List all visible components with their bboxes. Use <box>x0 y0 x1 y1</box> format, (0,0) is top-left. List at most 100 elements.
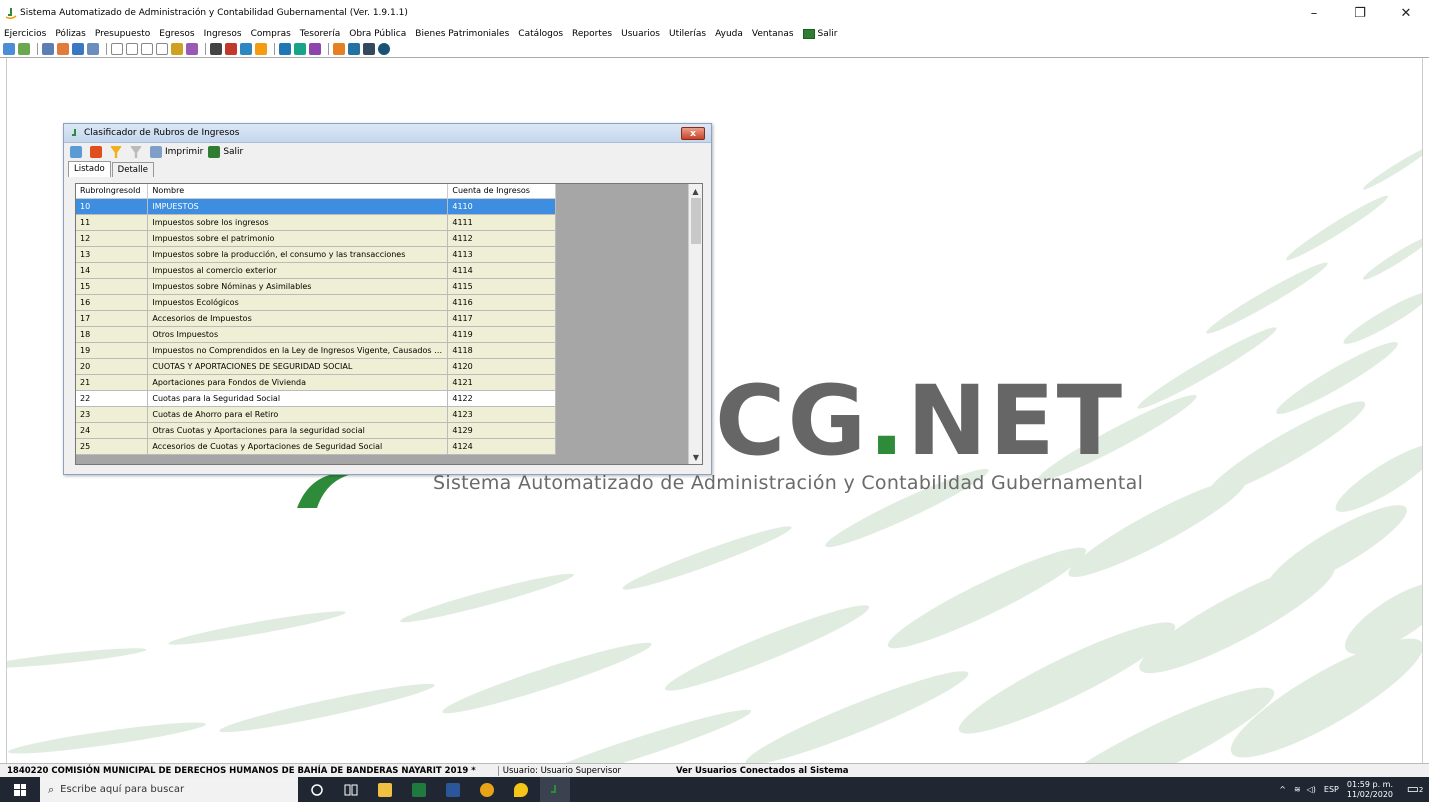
refresh-icon[interactable] <box>3 43 15 55</box>
table-row[interactable]: 12 Impuestos sobre el patrimonio 4112 <box>76 230 556 247</box>
table-row[interactable]: 21 Aportaciones para Fondos de Vivienda 41… <box>76 374 556 391</box>
bulb-icon[interactable] <box>186 43 198 55</box>
printer-icon[interactable] <box>42 43 54 55</box>
table-row[interactable]: 23 Cuotas de Ahorro para el Retiro 4123 <box>76 406 556 423</box>
menu-salir[interactable]: Salir <box>802 28 837 39</box>
users-icon[interactable] <box>240 43 252 55</box>
tab-detalle[interactable]: Detalle <box>111 162 154 177</box>
table-row[interactable]: 20 CUOTAS Y APORTACIONES DE SEGURIDAD SOC… <box>76 358 556 375</box>
menu-utilerias[interactable]: Utilerías <box>669 29 706 39</box>
edit-icon[interactable] <box>225 43 237 55</box>
column-header-id[interactable]: RubroIngresoId <box>76 184 149 199</box>
rubros-grid[interactable]: RubroIngresoId Nombre Cuenta de Ingresos… <box>75 183 703 465</box>
menu-ejercicios[interactable]: Ejercicios <box>4 29 46 39</box>
chart-icon[interactable] <box>18 43 30 55</box>
document-icon[interactable] <box>156 43 168 55</box>
scroll-up-icon[interactable]: ▲ <box>689 184 702 198</box>
menu-catalogos[interactable]: Catálogos <box>518 29 563 39</box>
sacg-app-button[interactable] <box>540 777 570 802</box>
menu-egresos[interactable]: Egresos <box>159 29 194 39</box>
user-icon[interactable] <box>348 43 360 55</box>
table-row[interactable]: 16 Impuestos Ecológicos 4116 <box>76 294 556 311</box>
grid-vertical-scrollbar[interactable]: ▲ ▼ <box>688 184 702 464</box>
report-icon[interactable] <box>279 43 291 55</box>
task-view-button[interactable] <box>336 777 366 802</box>
table-row[interactable]: 18 Otros Impuestos 4119 <box>76 326 556 343</box>
print-label: Imprimir <box>165 147 204 157</box>
filter-button[interactable] <box>110 146 125 158</box>
menu-polizas[interactable]: Pólizas <box>55 29 86 39</box>
taskbar-search[interactable]: ⌕ Escribe aquí para buscar <box>40 777 298 802</box>
transfer-icon[interactable] <box>57 43 69 55</box>
table-row[interactable]: 22 Cuotas para la Seguridad Social 4122 <box>76 390 556 407</box>
start-button[interactable] <box>0 777 40 802</box>
table-row[interactable]: 25 Accesorios de Cuotas y Aportaciones de… <box>76 438 556 455</box>
notification-center-button[interactable]: ▭ 2 <box>1401 777 1429 802</box>
menu-reportes[interactable]: Reportes <box>572 29 612 39</box>
network-icon[interactable]: ≋ <box>1294 785 1301 794</box>
table-row[interactable]: 15 Impuestos sobre Nóminas y Asimilables 4… <box>76 278 556 295</box>
close-button[interactable]: ✕ <box>1383 0 1429 26</box>
language-indicator[interactable]: ESP <box>1324 785 1339 794</box>
menu-compras[interactable]: Compras <box>251 29 291 39</box>
rubros-ingresos-dialog: Clasificador de Rubros de Ingresos x Imp… <box>63 123 712 475</box>
book-icon[interactable] <box>210 43 222 55</box>
help-icon[interactable] <box>378 43 390 55</box>
chat-app-button[interactable] <box>506 777 536 802</box>
menu-ingresos[interactable]: Ingresos <box>204 29 242 39</box>
tab-listado[interactable]: Listado <box>68 161 111 177</box>
column-header-nombre[interactable]: Nombre <box>147 184 449 199</box>
show-hidden-icons-icon[interactable]: ^ <box>1279 785 1286 794</box>
print-button[interactable]: Imprimir <box>150 146 203 158</box>
menu-presupuesto[interactable]: Presupuesto <box>95 29 150 39</box>
minimize-button[interactable]: – <box>1291 0 1337 26</box>
cancel-button[interactable] <box>90 146 105 158</box>
menu-ayuda[interactable]: Ayuda <box>715 29 743 39</box>
scroll-thumb[interactable] <box>691 198 701 244</box>
document-icon[interactable] <box>111 43 123 55</box>
dialog-close-button[interactable]: x <box>681 127 705 140</box>
file-explorer-button[interactable] <box>370 777 400 802</box>
menu-obra-publica[interactable]: Obra Pública <box>349 29 406 39</box>
chrome-button[interactable] <box>472 777 502 802</box>
table-row[interactable]: 17 Accesorios de Impuestos 4117 <box>76 310 556 327</box>
cell-nombre: Cuotas para la Seguridad Social <box>147 390 449 407</box>
table-row[interactable]: 24 Otras Cuotas y Aportaciones para la se… <box>76 422 556 439</box>
wrench-icon[interactable] <box>294 43 306 55</box>
menu-tesoreria[interactable]: Tesorería <box>300 29 340 39</box>
table-row[interactable]: 19 Impuestos no Comprendidos en la Ley de… <box>76 342 556 359</box>
table-row[interactable]: 10 IMPUESTOS 4110 <box>76 198 556 215</box>
column-header-cuenta[interactable]: Cuenta de Ingresos <box>447 184 556 199</box>
volume-icon[interactable]: ◁) <box>1307 785 1316 794</box>
word-button[interactable] <box>438 777 468 802</box>
connected-users-link[interactable]: Ver Usuarios Conectados al Sistema <box>676 766 849 776</box>
menu-usuarios[interactable]: Usuarios <box>621 29 660 39</box>
document-icon[interactable] <box>126 43 138 55</box>
maximize-button[interactable]: ❐ <box>1337 0 1383 26</box>
cell-id: 22 <box>76 390 149 407</box>
card-icon[interactable] <box>72 43 84 55</box>
scroll-down-icon[interactable]: ▼ <box>689 450 703 464</box>
cortana-button[interactable] <box>302 777 332 802</box>
exit-button[interactable]: Salir <box>208 146 243 158</box>
document-icon[interactable] <box>141 43 153 55</box>
dialog-title-bar[interactable]: Clasificador de Rubros de Ingresos x <box>64 124 711 143</box>
tools-icon[interactable] <box>309 43 321 55</box>
folder-icon[interactable] <box>171 43 183 55</box>
hierarchy-icon[interactable] <box>333 43 345 55</box>
menu-bienes-patrimoniales[interactable]: Bienes Patrimoniales <box>415 29 509 39</box>
table-row[interactable]: 14 Impuestos al comercio exterior 4114 <box>76 262 556 279</box>
cortana-icon <box>311 783 323 796</box>
box-icon[interactable] <box>255 43 267 55</box>
cell-nombre: Aportaciones para Fondos de Vivienda <box>147 374 449 391</box>
menu-ventanas[interactable]: Ventanas <box>752 29 794 39</box>
grid-icon[interactable] <box>87 43 99 55</box>
clear-filter-button[interactable] <box>130 146 145 158</box>
clock[interactable]: 01:59 p. m. 11/02/2020 <box>1347 780 1393 800</box>
table-row[interactable]: 11 Impuestos sobre los ingresos 4111 <box>76 214 556 231</box>
excel-button[interactable] <box>404 777 434 802</box>
table-row[interactable]: 13 Impuestos sobre la producción, el cons… <box>76 246 556 263</box>
table-header-row: RubroIngresoId Nombre Cuenta de Ingresos <box>76 184 556 199</box>
export-excel-button[interactable] <box>70 146 85 158</box>
calculator-icon[interactable] <box>363 43 375 55</box>
